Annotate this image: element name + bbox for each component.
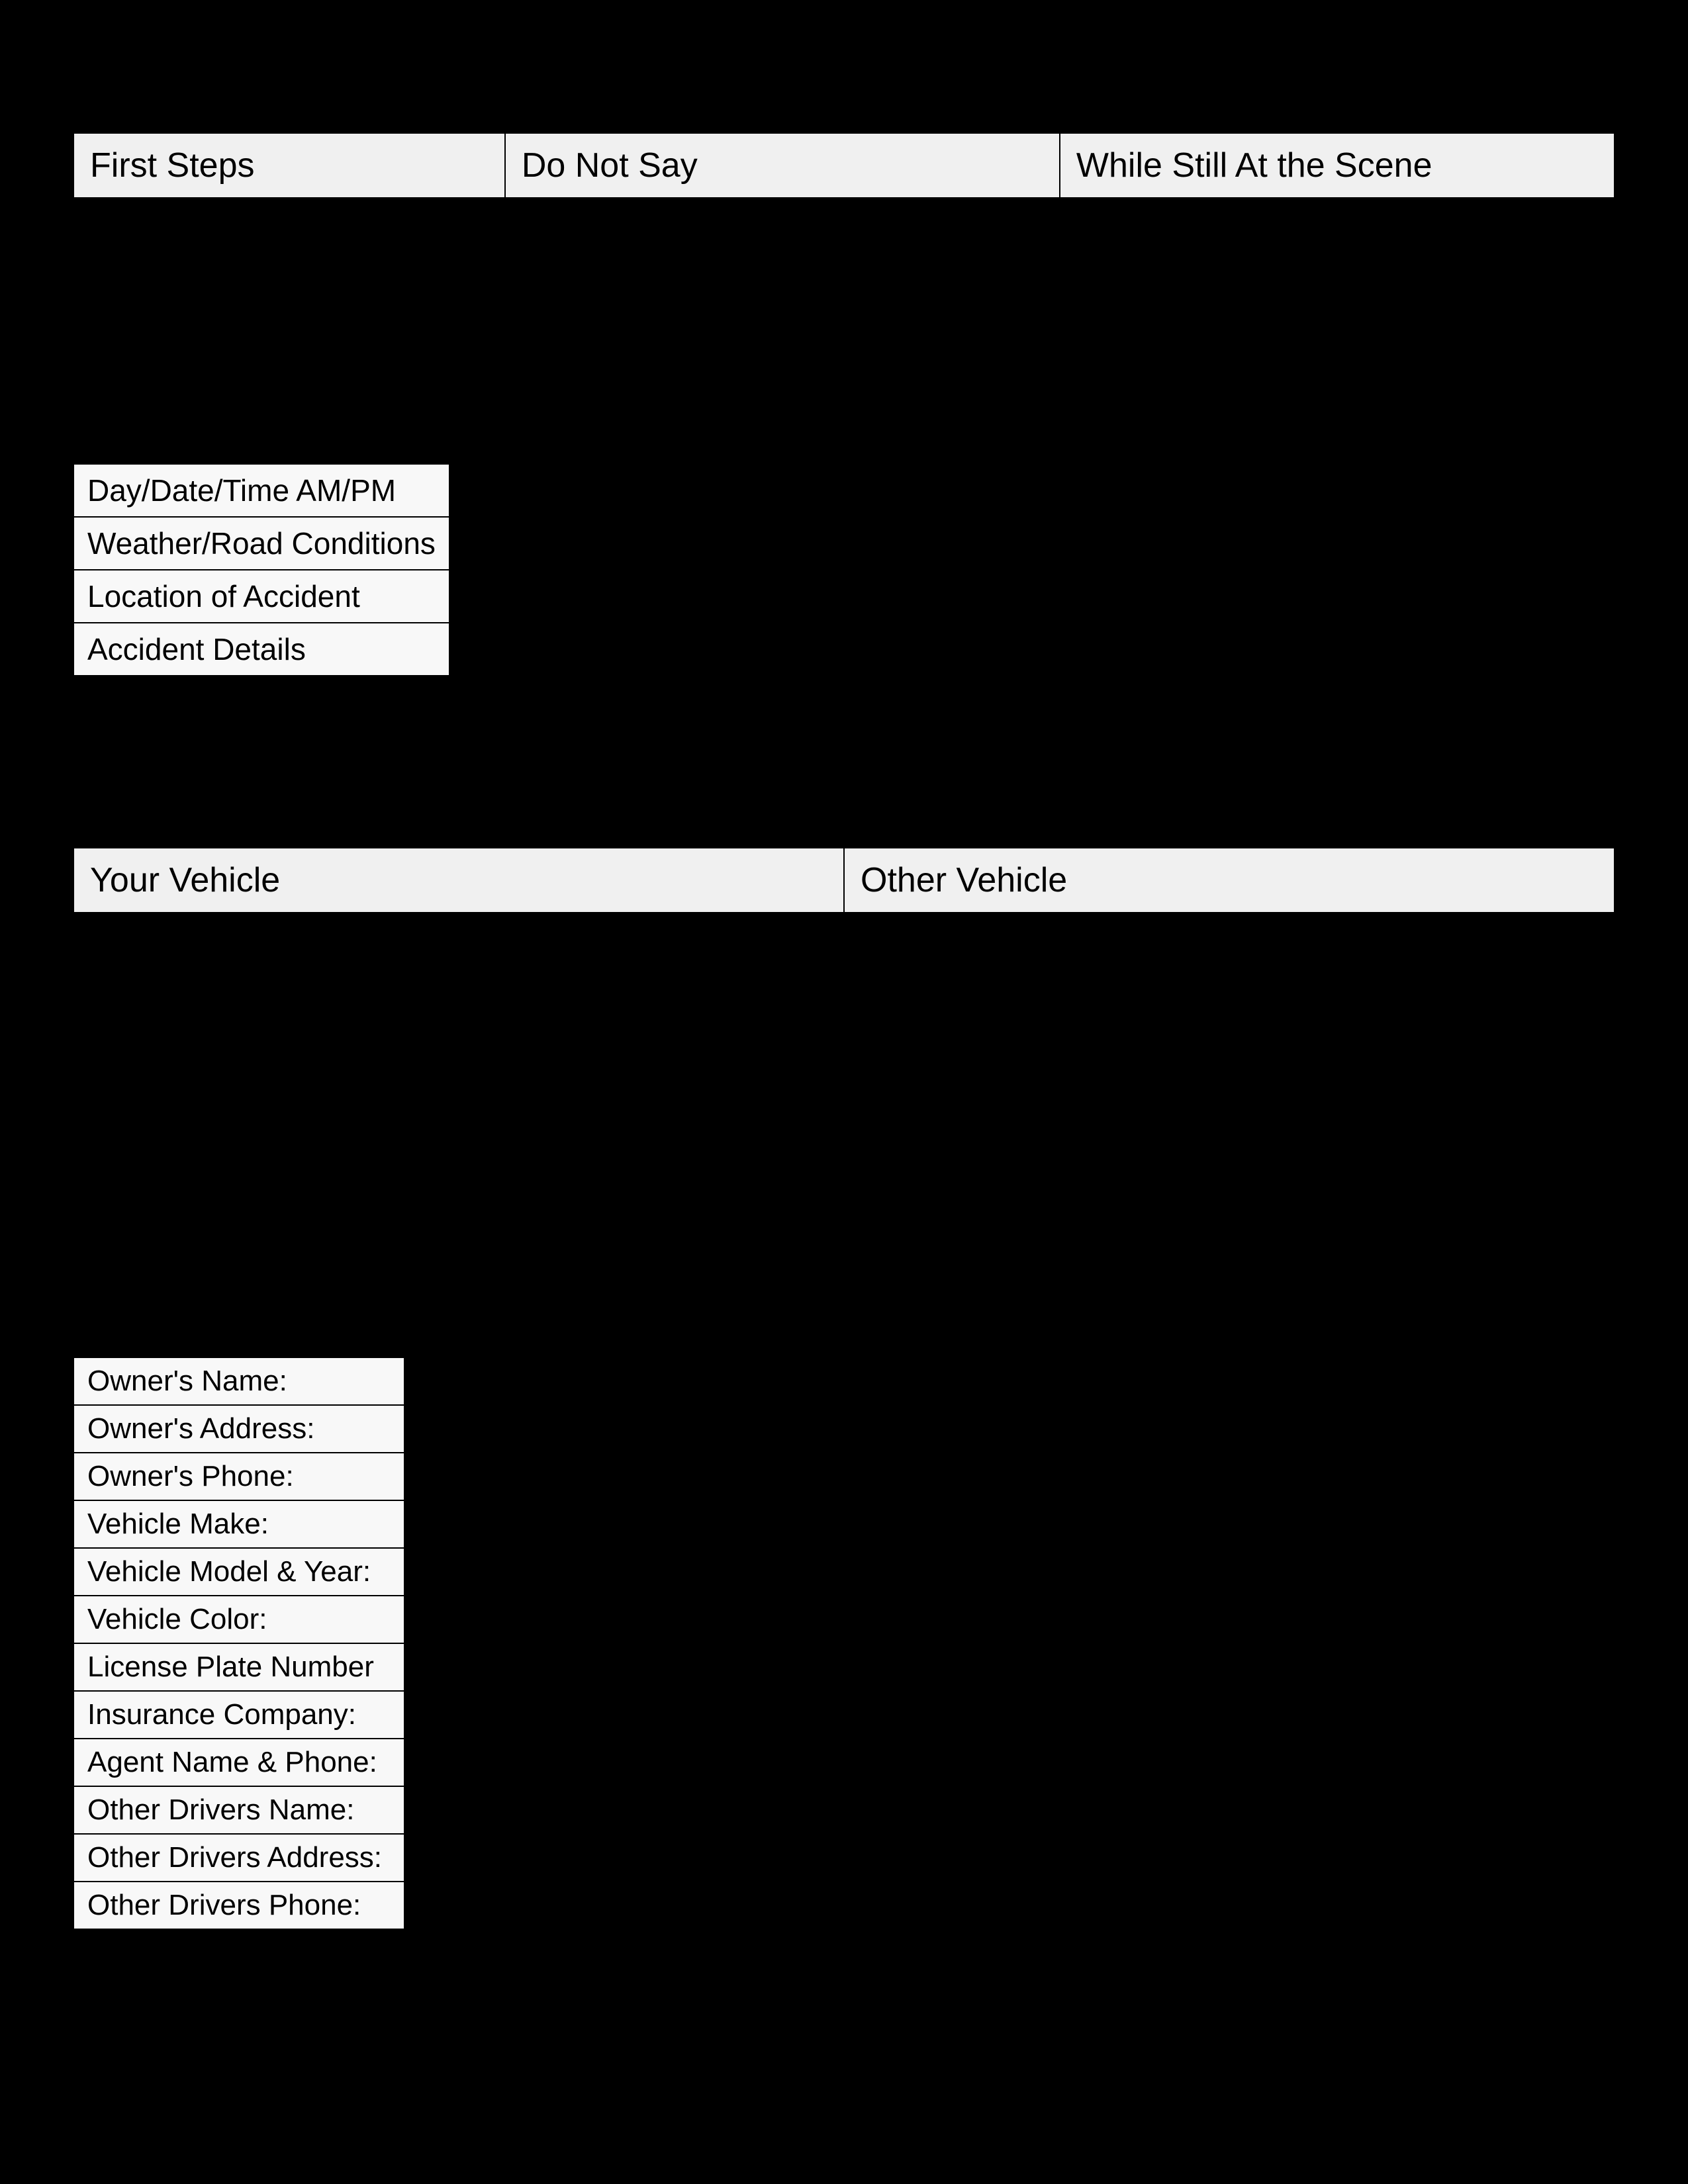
details-table: Owner's Name: Owner's Address: Owner's P…	[73, 1357, 405, 1930]
info-item-0: Day/Date/Time AM/PM	[73, 464, 449, 517]
detail-item-3: Vehicle Make:	[73, 1500, 404, 1548]
header-col-first-steps: First Steps	[73, 133, 505, 198]
detail-item-1: Owner's Address:	[73, 1405, 404, 1453]
vehicle-header-other-vehicle: Other Vehicle	[844, 848, 1615, 913]
header-col-while-at-scene: While Still At the Scene	[1060, 133, 1615, 198]
info-table: Day/Date/Time AM/PM Weather/Road Conditi…	[73, 463, 450, 676]
header-col-do-not-say: Do Not Say	[505, 133, 1060, 198]
detail-item-2: Owner's Phone:	[73, 1453, 404, 1500]
detail-item-0: Owner's Name:	[73, 1357, 404, 1405]
detail-item-8: Agent Name & Phone:	[73, 1739, 404, 1786]
vehicle-header-table: Your Vehicle Other Vehicle	[73, 847, 1615, 913]
detail-item-4: Vehicle Model & Year:	[73, 1548, 404, 1596]
detail-item-6: License Plate Number	[73, 1643, 404, 1691]
detail-item-7: Insurance Company:	[73, 1691, 404, 1739]
detail-item-9: Other Drivers Name:	[73, 1786, 404, 1834]
info-item-1: Weather/Road Conditions	[73, 517, 449, 570]
detail-item-5: Vehicle Color:	[73, 1596, 404, 1643]
detail-item-10: Other Drivers Address:	[73, 1834, 404, 1882]
info-item-3: Accident Details	[73, 623, 449, 676]
detail-item-11: Other Drivers Phone:	[73, 1882, 404, 1929]
info-item-2: Location of Accident	[73, 570, 449, 623]
header-table: First Steps Do Not Say While Still At th…	[73, 132, 1615, 199]
page-container: First Steps Do Not Say While Still At th…	[0, 0, 1688, 2184]
vehicle-header-your-vehicle: Your Vehicle	[73, 848, 844, 913]
